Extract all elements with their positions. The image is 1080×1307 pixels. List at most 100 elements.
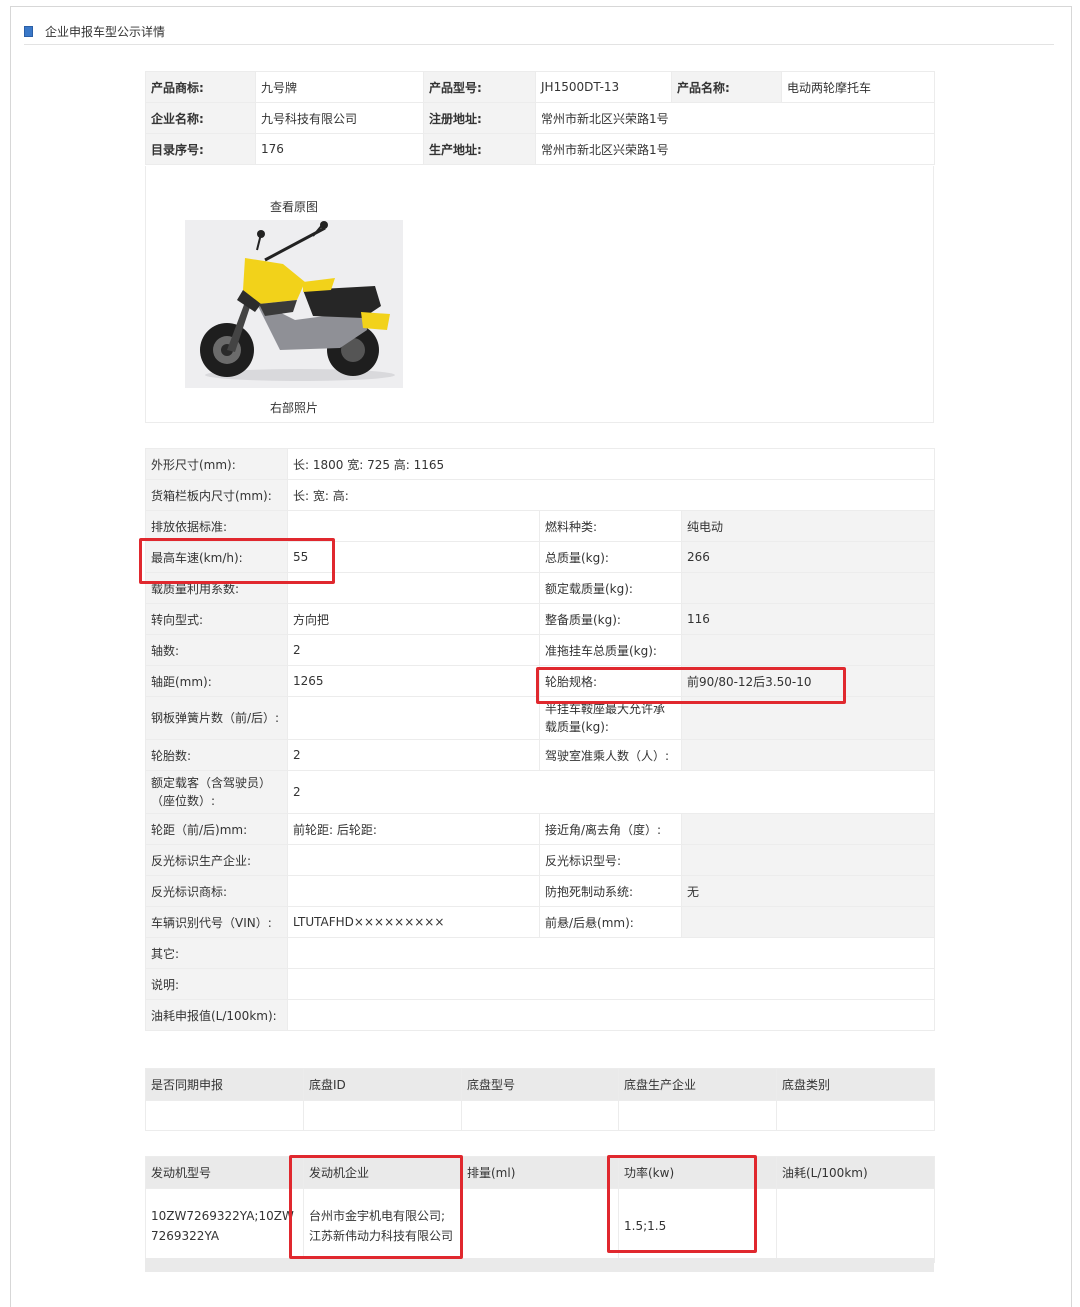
document-icon [24, 25, 33, 37]
emission-label: 排放依据标准: [145, 510, 288, 542]
reflector-brand-value [287, 875, 540, 907]
seats-label: 额定载客（含驾驶员）（座位数）: [145, 770, 288, 814]
vin-label: 车辆识别代号（VIN）: [145, 906, 288, 938]
dimensions-label: 外形尺寸(mm): [145, 448, 288, 480]
brand-value: 九号牌 [255, 71, 424, 103]
approach-angle-label: 接近角/离去角（度）: [539, 813, 682, 845]
axles-value: 2 [287, 634, 540, 666]
chassis-header: 是否同期申报 [145, 1068, 304, 1101]
header-divider [24, 44, 1054, 45]
engine-company-value: 台州市金宇机电有限公司;江苏新伟动力科技有限公司 [303, 1188, 462, 1263]
rated-load-label: 额定载质量(kg): [539, 572, 682, 604]
max-speed-value: 55 [287, 541, 540, 573]
trailer-mass-value [681, 634, 935, 666]
curb-mass-label: 整备质量(kg): [539, 603, 682, 635]
tire-count-value: 2 [287, 739, 540, 771]
load-coef-value [287, 572, 540, 604]
catalog-label: 目录序号: [145, 133, 256, 165]
chassis-header: 底盘生产企业 [618, 1068, 777, 1101]
tire-spec-value: 前90/80-12后3.50-10 [681, 665, 935, 697]
dimensions-value: 长: 1800 宽: 725 高: 1165 [287, 448, 935, 480]
engine-header: 发动机企业 [303, 1156, 462, 1189]
vin-value: LTUTAFHD××××××××× [287, 906, 540, 938]
abs-label: 防抱死制动系统: [539, 875, 682, 907]
curb-mass-value: 116 [681, 603, 935, 635]
leaf-spring-value [287, 696, 540, 740]
steering-value: 方向把 [287, 603, 540, 635]
load-coef-label: 载质量利用系数: [145, 572, 288, 604]
brand-label: 产品商标: [145, 71, 256, 103]
note-label: 说明: [145, 968, 288, 1000]
prod-address-label: 生产地址: [423, 133, 536, 165]
reflector-model-value [681, 844, 935, 876]
leaf-spring-label: 钢板弹簧片数（前/后）: [145, 696, 288, 740]
saddle-load-value [681, 696, 935, 740]
abs-value: 无 [681, 875, 935, 907]
company-label: 企业名称: [145, 102, 256, 134]
engine-displacement-value [461, 1188, 619, 1263]
model-value: JH1500DT-13 [535, 71, 672, 103]
emission-value [287, 510, 540, 542]
cargo-size-value: 长: 宽: 高: [287, 479, 935, 511]
reflector-maker-value [287, 844, 540, 876]
chassis-cell [461, 1100, 619, 1131]
company-value: 九号科技有限公司 [255, 102, 424, 134]
model-label: 产品型号: [423, 71, 536, 103]
max-speed-label: 最高车速(km/h): [145, 541, 288, 573]
chassis-header: 底盘类别 [776, 1068, 935, 1101]
rated-load-value [681, 572, 935, 604]
engine-header: 发动机型号 [145, 1156, 304, 1189]
other-value [287, 937, 935, 969]
engine-header: 排量(ml) [461, 1156, 619, 1189]
engine-power-value: 1.5;1.5 [618, 1188, 777, 1263]
overhang-value [681, 906, 935, 938]
overhang-label: 前悬/后悬(mm): [539, 906, 682, 938]
scooter-photo[interactable] [185, 220, 403, 388]
note-value [287, 968, 935, 1000]
steering-label: 转向型式: [145, 603, 288, 635]
prod-address-value: 常州市新北区兴荣路1号 [535, 133, 935, 165]
chassis-header: 底盘ID [303, 1068, 462, 1101]
photo-caption: 右部照片 [270, 401, 319, 415]
gross-mass-label: 总质量(kg): [539, 541, 682, 573]
product-name-label: 产品名称: [671, 71, 782, 103]
chassis-cell [145, 1100, 304, 1131]
photo-section: 查看原图 右部照片 [145, 166, 934, 423]
other-label: 其它: [145, 937, 288, 969]
product-name-value: 电动两轮摩托车 [781, 71, 935, 103]
reflector-model-label: 反光标识型号: [539, 844, 682, 876]
fuel-type-label: 燃料种类: [539, 510, 682, 542]
reflector-maker-label: 反光标识生产企业: [145, 844, 288, 876]
chassis-table: 是否同期申报 底盘ID 底盘型号 底盘生产企业 底盘类别 [145, 1068, 935, 1131]
reg-address-value: 常州市新北区兴荣路1号 [535, 102, 935, 134]
catalog-value: 176 [255, 133, 424, 165]
reflector-brand-label: 反光标识商标: [145, 875, 288, 907]
page-header: 企业申报车型公示详情 [24, 20, 165, 42]
track-value: 前轮距: 后轮距: [287, 813, 540, 845]
spec-table: 外形尺寸(mm): 长: 1800 宽: 725 高: 1165 货箱栏板内尺寸… [145, 448, 935, 1031]
cab-passengers-value [681, 739, 935, 771]
wheelbase-value: 1265 [287, 665, 540, 697]
chassis-cell [303, 1100, 462, 1131]
chassis-cell [776, 1100, 935, 1131]
chassis-cell [618, 1100, 777, 1131]
approach-angle-value [681, 813, 935, 845]
cargo-size-label: 货箱栏板内尺寸(mm): [145, 479, 288, 511]
tire-count-label: 轮胎数: [145, 739, 288, 771]
consumption-value [287, 999, 935, 1031]
chassis-header: 底盘型号 [461, 1068, 619, 1101]
seats-value: 2 [287, 770, 935, 814]
axles-label: 轴数: [145, 634, 288, 666]
reg-address-label: 注册地址: [423, 102, 536, 134]
saddle-load-label: 半挂车鞍座最大允许承载质量(kg): [539, 696, 682, 740]
trailer-mass-label: 准拖挂车总质量(kg): [539, 634, 682, 666]
tire-spec-label: 轮胎规格: [539, 665, 682, 697]
engine-header: 功率(kw) [618, 1156, 777, 1189]
fuel-type-value: 纯电动 [681, 510, 935, 542]
engine-header: 油耗(L/100km) [776, 1156, 935, 1189]
engine-consumption-value [776, 1188, 935, 1263]
consumption-label: 油耗申报值(L/100km): [145, 999, 288, 1031]
view-original-link[interactable]: 查看原图 [270, 198, 318, 215]
gross-mass-value: 266 [681, 541, 935, 573]
track-label: 轮距（前/后)mm: [145, 813, 288, 845]
